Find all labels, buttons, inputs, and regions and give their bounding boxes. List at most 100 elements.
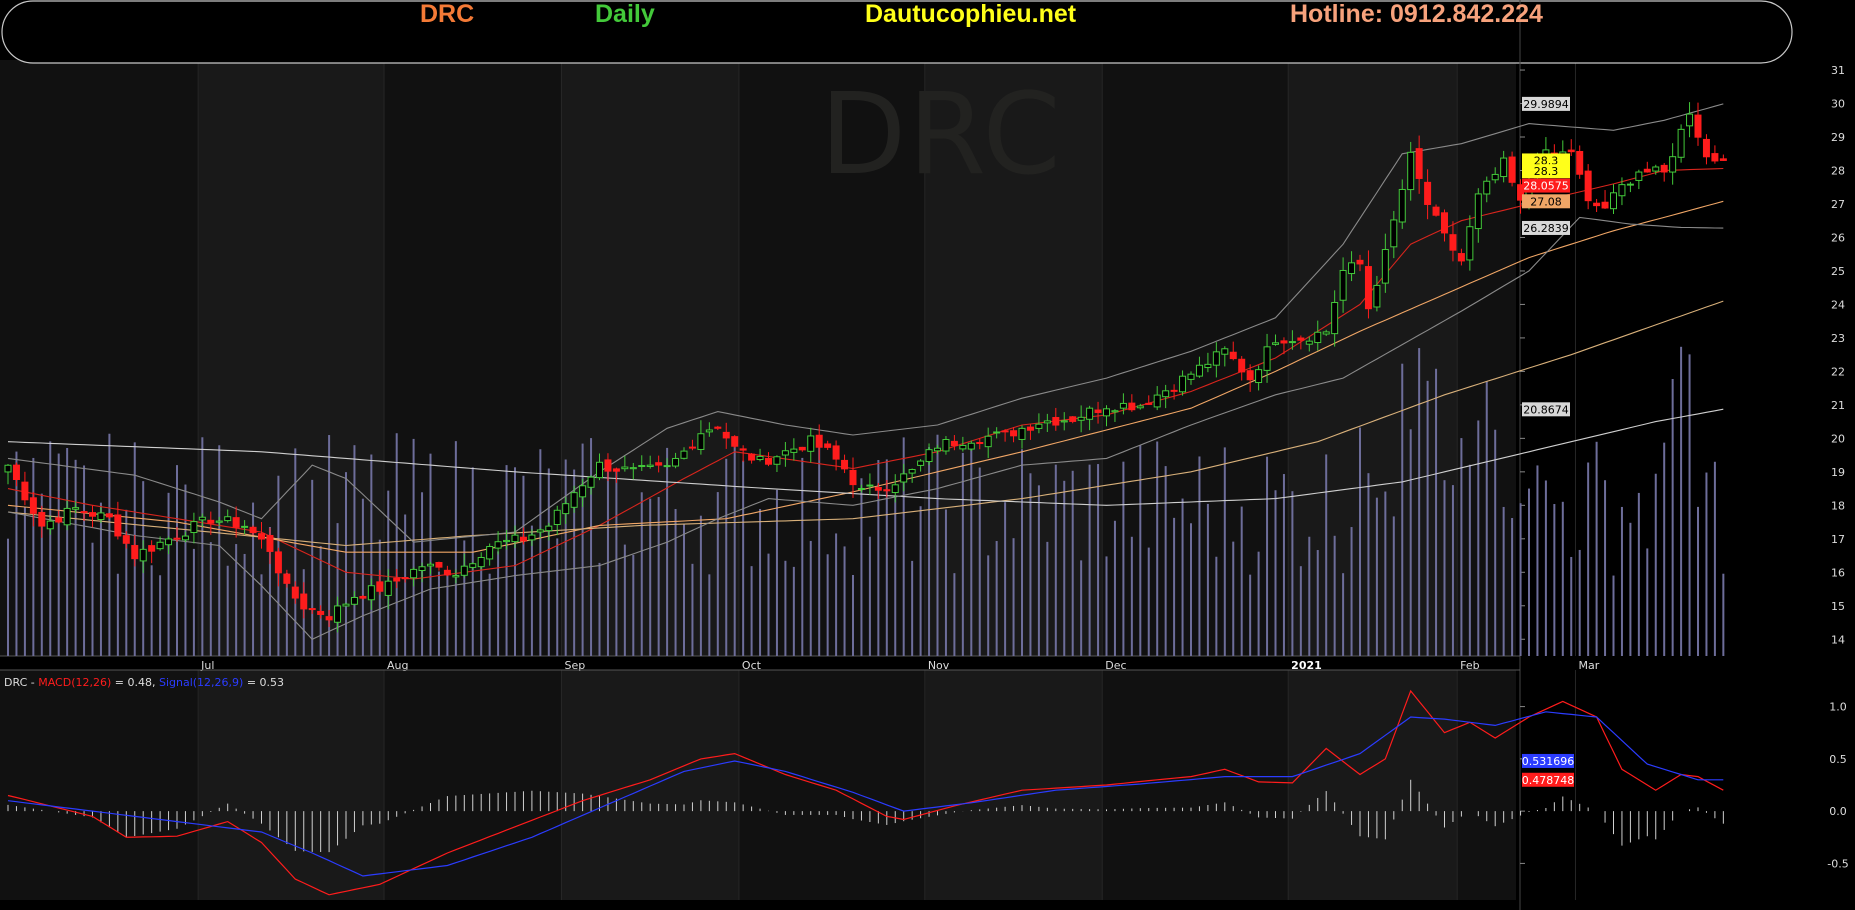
macd-value-label: 0.531696	[1522, 753, 1575, 768]
price-value-label: 27.08	[1522, 194, 1570, 209]
header-ticker: DRC	[420, 0, 475, 28]
volume-bar	[1426, 380, 1429, 656]
volume-bar	[1181, 498, 1184, 656]
volume-bar	[159, 575, 162, 656]
volume-bar	[598, 562, 601, 656]
volume-bar	[987, 555, 990, 656]
volume-bar	[209, 542, 212, 656]
volume-bar	[1308, 536, 1311, 656]
volume-bar	[184, 484, 187, 656]
volume-bar	[91, 542, 94, 656]
volume-bar	[1451, 485, 1454, 656]
price-tick-label: 27	[1831, 198, 1845, 211]
volume-bar	[970, 445, 973, 656]
volume-bar	[1316, 550, 1319, 656]
volume-bar	[176, 465, 178, 656]
volume-bar	[1046, 541, 1049, 656]
volume-bar	[1282, 474, 1285, 656]
volume-bar	[1485, 381, 1488, 656]
volume-bar	[564, 459, 567, 656]
volume-bar	[150, 565, 153, 656]
volume-bar	[1359, 427, 1361, 656]
volume-bar	[522, 475, 525, 656]
volume-bar	[1536, 465, 1539, 656]
volume-bar	[1519, 503, 1522, 656]
volume-bar	[1680, 346, 1683, 656]
volume-bar	[336, 523, 339, 656]
volume-bar	[1156, 441, 1159, 656]
volume-bar	[1080, 560, 1083, 656]
volume-bar	[826, 554, 829, 656]
svg-text:0.531696: 0.531696	[1522, 755, 1575, 768]
volume-bar	[1147, 547, 1150, 656]
volume-bar	[395, 433, 398, 656]
price-tick-label: 31	[1831, 64, 1845, 77]
price-tick-label: 20	[1831, 432, 1845, 445]
price-tick-label: 18	[1831, 499, 1845, 512]
volume-bar	[1477, 420, 1480, 656]
volume-bar	[1071, 470, 1074, 656]
month-label: Mar	[1578, 659, 1599, 672]
volume-bar	[1333, 535, 1336, 656]
volume-bar	[7, 538, 9, 656]
volume-bar	[936, 434, 939, 656]
price-value-label: 26.2839	[1522, 220, 1570, 235]
volume-bar	[49, 441, 52, 656]
volume-bar	[1215, 556, 1218, 656]
volume-bar	[1130, 536, 1133, 656]
volume-bar	[1671, 379, 1674, 656]
volume-bar	[1502, 506, 1505, 656]
volume-bar	[1705, 472, 1708, 656]
price-value-label: 29.9894	[1522, 96, 1570, 111]
volume-bar	[1443, 480, 1446, 656]
volume-bar	[657, 497, 660, 656]
volume-bar	[471, 467, 474, 656]
volume-bar	[1232, 541, 1235, 656]
svg-text:20.8674: 20.8674	[1523, 403, 1569, 416]
volume-bar	[1620, 506, 1623, 656]
volume-bar	[1122, 461, 1125, 656]
volume-bar	[57, 453, 60, 656]
watermark-ticker: DRC	[820, 70, 1063, 200]
volume-bar	[1663, 442, 1666, 656]
volume-bar	[978, 467, 981, 656]
volume-bar	[116, 573, 119, 656]
macd-title-part: MACD(12,26)	[38, 676, 112, 689]
volume-bar	[750, 566, 753, 656]
volume-bar	[1350, 527, 1353, 656]
header-site: Dautucophieu.net	[865, 0, 1077, 28]
volume-bar	[108, 433, 111, 656]
volume-bar	[505, 465, 508, 656]
macd-value-label: 0.478748	[1522, 772, 1574, 787]
volume-bar	[775, 489, 778, 656]
price-tick-label: 14	[1831, 633, 1845, 646]
volume-bar	[699, 515, 702, 656]
volume-bar	[1299, 566, 1302, 656]
volume-bar	[99, 502, 102, 656]
volume-bar	[1384, 491, 1387, 656]
volume-bar	[1325, 454, 1328, 656]
volume-bar	[1468, 464, 1471, 656]
volume-bar	[1511, 518, 1514, 656]
volume-bar	[1604, 480, 1607, 656]
volume-bar	[1654, 473, 1657, 656]
price-tick-label: 17	[1831, 533, 1845, 546]
volume-bar	[1291, 491, 1294, 656]
price-tick-label: 22	[1831, 365, 1845, 378]
price-value-label: 20.8674	[1522, 402, 1570, 417]
volume-bar	[32, 457, 35, 656]
svg-text:26.2839: 26.2839	[1523, 222, 1569, 235]
macd-title-part: = 0.48,	[111, 676, 159, 689]
volume-bar	[953, 573, 956, 656]
volume-bar	[759, 508, 762, 656]
volume-bar	[488, 573, 491, 656]
svg-text:27.08: 27.08	[1530, 195, 1562, 208]
volume-bar	[370, 454, 373, 656]
macd-title-part: DRC -	[4, 676, 39, 689]
volume-bar	[894, 495, 897, 656]
volume-bar	[66, 447, 69, 656]
volume-bar	[1004, 502, 1007, 656]
volume-bar	[1342, 573, 1345, 656]
volume-bar	[294, 448, 297, 656]
volume-bar	[919, 506, 922, 656]
